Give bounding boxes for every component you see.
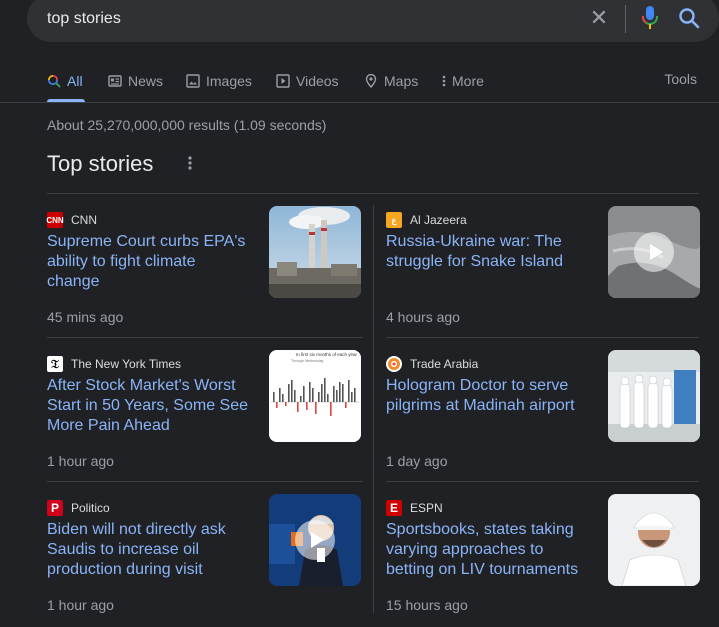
story-source: 𝔗 The New York Times [47,356,181,372]
active-tab-indicator [47,99,85,102]
story-headline[interactable]: Biden will not directly ask Saudis to in… [47,520,252,580]
tab-all[interactable]: All [47,70,83,92]
story-headline[interactable]: Russia-Ukraine war: The struggle for Sna… [386,232,591,272]
story-time: 1 hour ago [47,453,114,469]
search-input[interactable]: top stories [47,10,121,28]
divider [47,193,699,194]
nyt-logo-icon: 𝔗 [47,356,63,372]
column-divider [373,205,374,613]
story-headline[interactable]: Hologram Doctor to serve pilgrims at Mad… [386,376,591,416]
story-thumbnail[interactable] [608,350,700,442]
source-name: Politico [71,501,110,515]
story-card[interactable]: 𝔗 The New York Times After Stock Market'… [47,350,363,478]
story-card[interactable]: ع Al Jazeera Russia-Ukraine war: The str… [386,206,702,334]
story-headline[interactable]: Supreme Court curbs EPA's ability to fig… [47,232,252,292]
section-title: Top stories [47,151,154,176]
divider [386,337,699,338]
cnn-logo-icon: CNN [46,212,64,228]
tab-news[interactable]: News [108,70,163,92]
story-source: P Politico [47,500,110,516]
news-icon [108,74,122,88]
story-card[interactable]: E ESPN Sportsbooks, states taking varyin… [386,494,702,622]
search-bar-divider [625,5,626,33]
search-icon[interactable] [677,6,701,30]
search-bar[interactable]: top stories ✕ [27,0,719,42]
search-tabs: All News Images Videos Maps More Tools [0,60,719,103]
search-icon [47,74,61,88]
result-stats: About 25,270,000,000 results (1.09 secon… [47,117,327,133]
story-headline[interactable]: After Stock Market's Worst Start in 50 Y… [47,376,252,436]
story-source: CNN CNN [46,212,97,228]
source-name: The New York Times [71,357,182,371]
espn-logo-icon: E [386,500,402,516]
story-time: 4 hours ago [386,309,460,325]
story-time: 15 hours ago [386,597,468,613]
power-plant-smokestacks-image [269,206,361,298]
divider [386,481,699,482]
more-vert-icon [441,74,447,88]
story-thumbnail[interactable] [608,206,700,298]
story-headline[interactable]: Sportsbooks, states taking varying appro… [386,520,591,580]
story-time: 1 hour ago [47,597,114,613]
story-card[interactable]: P Politico Biden will not directly ask S… [47,494,363,622]
play-icon[interactable] [634,232,674,272]
story-thumbnail[interactable] [269,206,361,298]
more-options-icon[interactable] [184,153,196,173]
people-in-white-robes-image [608,350,700,442]
golfer-portrait-image [608,494,700,586]
map-pin-icon [364,74,378,88]
story-time: 1 day ago [386,453,448,469]
stock-bar-chart-image: In first six months of each year Through… [269,350,361,442]
story-card[interactable]: CNN CNN Supreme Court curbs EPA's abilit… [46,206,363,334]
story-thumbnail[interactable] [269,494,361,586]
tools-button[interactable]: Tools [664,71,697,87]
tab-label: Images [206,73,252,89]
divider [47,337,363,338]
video-icon [276,74,290,88]
play-icon[interactable] [295,520,335,560]
tab-label: Maps [384,73,419,89]
microphone-icon[interactable] [639,5,661,31]
tab-label: More [452,73,484,89]
story-source: ع Al Jazeera [386,212,467,228]
source-name: CNN [71,213,97,227]
tradearabia-logo-icon [386,356,402,372]
story-thumbnail[interactable]: In first six months of each year Through… [269,350,361,442]
tab-label: Videos [296,73,339,89]
source-name: Al Jazeera [410,213,467,227]
clear-icon[interactable]: ✕ [589,7,609,29]
tab-maps[interactable]: Maps [364,70,418,92]
story-card[interactable]: Trade Arabia Hologram Doctor to serve pi… [386,350,702,478]
source-name: Trade Arabia [410,357,479,371]
aljazeera-logo-icon: ع [386,212,402,228]
story-time: 45 mins ago [47,309,124,325]
tab-images[interactable]: Images [186,70,252,92]
tab-label: News [128,73,164,89]
thumbnail-caption: In first six months of each year [296,352,358,357]
story-source: Trade Arabia [386,356,478,372]
thumbnail-subcaption: Through Wednesday [291,359,324,363]
tab-more[interactable]: More [441,70,484,92]
story-thumbnail[interactable] [608,494,700,586]
tab-videos[interactable]: Videos [276,70,339,92]
image-icon [186,74,200,88]
tab-label: All [67,73,83,89]
source-name: ESPN [410,501,443,515]
story-source: E ESPN [386,500,443,516]
divider [47,481,363,482]
politico-logo-icon: P [47,500,63,516]
